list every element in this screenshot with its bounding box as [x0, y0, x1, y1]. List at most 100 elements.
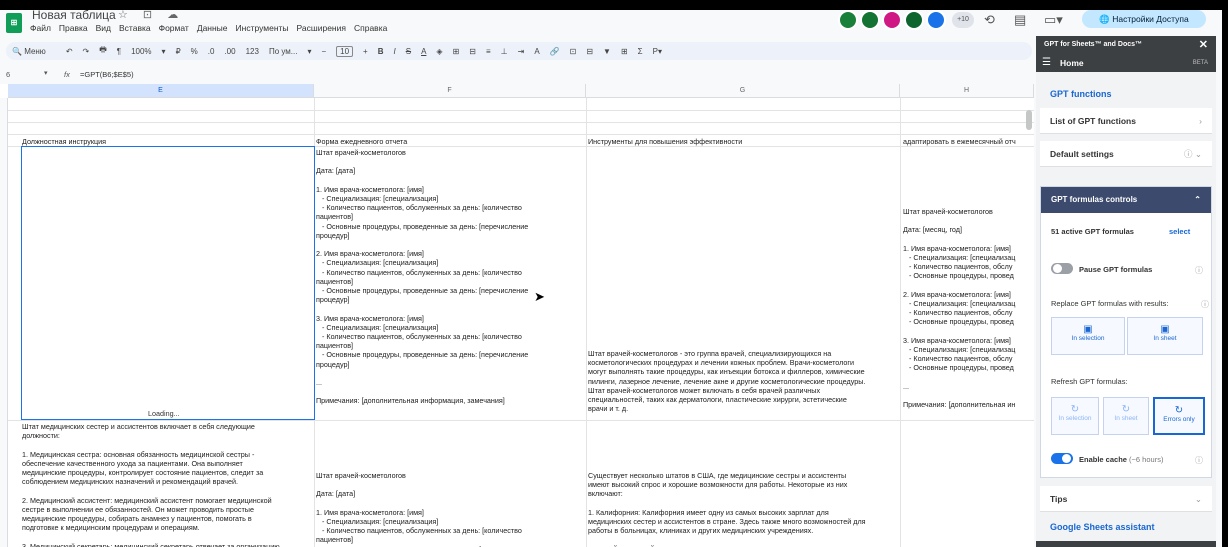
- controls-header[interactable]: GPT formulas controls ⌃: [1041, 187, 1211, 213]
- chevron-down-icon[interactable]: ▾: [307, 47, 311, 56]
- vertical-scrollbar[interactable]: [1026, 110, 1032, 130]
- select-link[interactable]: select: [1169, 227, 1190, 236]
- menu-format[interactable]: Формат: [159, 23, 189, 33]
- tips-label: Tips: [1050, 494, 1068, 504]
- chevron-down-icon[interactable]: ▾: [162, 47, 166, 56]
- row-headers[interactable]: [0, 98, 8, 547]
- menu-view[interactable]: Вид: [96, 23, 111, 33]
- help-icon[interactable]: ⓘ: [1201, 299, 1209, 310]
- decrease-decimal-button[interactable]: .0: [208, 47, 215, 56]
- text-color-button[interactable]: A: [421, 47, 426, 56]
- undo-icon[interactable]: ↶: [66, 47, 73, 56]
- text-wrap-icon[interactable]: ⇥: [518, 47, 525, 56]
- filter-views-icon[interactable]: ⊞: [621, 47, 628, 56]
- insert-chart-icon[interactable]: ⊟: [586, 47, 593, 56]
- replace-in-selection-button[interactable]: ▣ In selection: [1051, 317, 1125, 355]
- merge-cells-icon[interactable]: ⊟: [469, 47, 476, 56]
- tips-row[interactable]: Tips ⌄: [1040, 486, 1212, 512]
- menu-tools[interactable]: Инструменты: [236, 23, 289, 33]
- list-gpt-functions-row[interactable]: List of GPT functions ›: [1040, 108, 1212, 134]
- menu-file[interactable]: Файл: [30, 23, 51, 33]
- menu-extensions[interactable]: Расширения: [297, 23, 346, 33]
- refresh-in-selection-label: In selection: [1058, 415, 1092, 422]
- insert-comment-icon[interactable]: ⊡: [570, 47, 577, 56]
- italic-button[interactable]: I: [393, 47, 395, 56]
- avatar[interactable]: [882, 10, 902, 30]
- filter-icon[interactable]: ▼: [603, 47, 611, 56]
- help-icon[interactable]: ⓘ: [1195, 455, 1203, 466]
- cell-e5-header[interactable]: Должностная инструкция: [22, 137, 312, 146]
- print-icon[interactable]: 🖶: [99, 44, 107, 58]
- menu-edit[interactable]: Правка: [59, 23, 88, 33]
- avatar[interactable]: [838, 10, 858, 30]
- avatar[interactable]: [926, 10, 946, 30]
- cell-g6[interactable]: Штат врачей-косметологов - это группа вр…: [588, 349, 898, 419]
- horizontal-align-icon[interactable]: ≡: [486, 47, 491, 56]
- more-formats-button[interactable]: 123: [246, 47, 259, 56]
- sheets-logo-icon[interactable]: ⊞: [6, 13, 22, 33]
- cell-h5-header[interactable]: адаптировать в ежемесячный отч: [903, 137, 1033, 146]
- refresh-errors-only-button[interactable]: ↻ Errors only: [1153, 397, 1205, 435]
- chevron-down-icon[interactable]: ▾: [44, 69, 48, 77]
- bold-button[interactable]: B: [378, 47, 384, 56]
- history-icon[interactable]: ⟲: [984, 12, 995, 28]
- cell-reference-box[interactable]: 6: [6, 70, 10, 79]
- pause-toggle[interactable]: [1051, 263, 1073, 274]
- star-move-cloud-icons[interactable]: ☆ ⊡ ☁: [118, 10, 184, 21]
- column-header-g[interactable]: G: [586, 84, 900, 98]
- font-size-input[interactable]: 10: [336, 45, 354, 57]
- menu-data[interactable]: Данные: [197, 23, 228, 33]
- column-header-h[interactable]: H: [900, 84, 1034, 98]
- refresh-in-selection-button[interactable]: ↻ In selection: [1051, 397, 1099, 435]
- menu-insert[interactable]: Вставка: [119, 23, 151, 33]
- increase-font-size-button[interactable]: +: [363, 47, 368, 56]
- cache-toggle[interactable]: [1051, 453, 1073, 464]
- replace-in-sheet-button[interactable]: ▣ In sheet: [1127, 317, 1203, 355]
- hamburger-menu-icon[interactable]: ☰: [1042, 54, 1051, 72]
- decrease-font-size-button[interactable]: −: [321, 47, 326, 56]
- refresh-in-sheet-button[interactable]: ↻ In sheet: [1103, 397, 1149, 435]
- cell-f7[interactable]: Штат врачей-косметологов Дата: [дата] 1.…: [316, 471, 584, 547]
- cell-g7[interactable]: Существует несколько штатов в США, где м…: [588, 471, 898, 547]
- fill-color-icon[interactable]: ◈: [436, 47, 442, 56]
- currency-format-button[interactable]: ₽: [176, 47, 181, 56]
- formula-input[interactable]: =GPT(B6;$E$5): [80, 70, 134, 79]
- spreadsheet-grid[interactable]: E F G H Должностная инструкция Форма еже…: [0, 84, 1034, 547]
- avatar[interactable]: [904, 10, 924, 30]
- column-header-e[interactable]: E: [8, 84, 314, 98]
- input-tools-icon[interactable]: P▾: [653, 47, 662, 56]
- nav-home[interactable]: Home: [1060, 54, 1084, 72]
- menu-help[interactable]: Справка: [354, 23, 387, 33]
- close-icon[interactable]: ✕: [1199, 36, 1208, 54]
- cell-g5-header[interactable]: Инструменты для повышения эффективности: [588, 137, 898, 146]
- more-collaborators-badge[interactable]: +10: [952, 12, 974, 28]
- column-header-f[interactable]: F: [314, 84, 586, 98]
- increase-decimal-button[interactable]: .00: [224, 47, 235, 56]
- text-rotation-icon[interactable]: A: [534, 47, 539, 56]
- percent-format-button[interactable]: %: [191, 47, 198, 56]
- strikethrough-button[interactable]: S: [406, 47, 411, 56]
- redo-icon[interactable]: ↷: [83, 47, 90, 56]
- help-icon[interactable]: ⓘ: [1195, 265, 1203, 276]
- cell-e7[interactable]: Штат медицинских сестер и ассистентов вк…: [22, 422, 314, 547]
- borders-icon[interactable]: ⊞: [453, 47, 460, 56]
- document-title[interactable]: Новая таблица: [32, 10, 116, 22]
- chevron-down-icon: ⌄: [1194, 494, 1202, 504]
- zoom-select[interactable]: 100%: [131, 47, 151, 56]
- paint-format-icon[interactable]: ¶: [117, 47, 121, 56]
- insert-link-icon[interactable]: 🔗: [550, 47, 560, 56]
- font-family-select[interactable]: По ум...: [269, 47, 298, 56]
- functions-icon[interactable]: Σ: [638, 47, 643, 56]
- cell-f5-header[interactable]: Форма ежедневного отчета: [316, 137, 584, 146]
- selected-cell-e6[interactable]: [21, 146, 315, 420]
- meet-icon[interactable]: ▭▾: [1044, 12, 1063, 28]
- comments-icon[interactable]: ▤: [1014, 12, 1026, 28]
- share-button[interactable]: 🌐 Настройки Доступа: [1082, 10, 1206, 28]
- cell-h6[interactable]: Штат врачей-косметологов Дата: [месяц, г…: [903, 207, 1033, 419]
- default-settings-row[interactable]: Default settings ⓘ ⌄: [1040, 141, 1212, 167]
- search-menus-button[interactable]: 🔍 Меню: [12, 47, 56, 56]
- avatar[interactable]: [860, 10, 880, 30]
- cell-f6[interactable]: Штат врачей-косметологов Дата: [дата] 1.…: [316, 148, 584, 420]
- vertical-align-icon[interactable]: ⊥: [501, 47, 508, 56]
- beta-badge: BETA: [1192, 60, 1208, 66]
